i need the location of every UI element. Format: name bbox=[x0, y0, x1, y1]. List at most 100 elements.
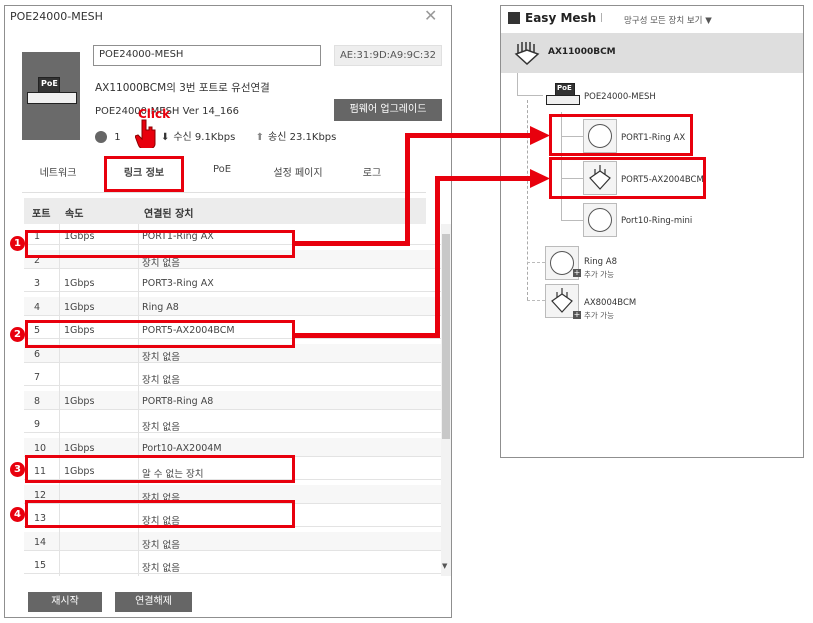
tab-poe[interactable]: PoE bbox=[202, 164, 242, 175]
add-possible-label: 추가 가능 bbox=[584, 311, 614, 320]
cell-device: PORT8-Ring A8 bbox=[142, 395, 214, 407]
arrow-segment bbox=[435, 176, 535, 181]
table-row[interactable]: 14 장치 없음 bbox=[24, 531, 442, 551]
tree-line bbox=[527, 300, 545, 301]
cell-port: 15 bbox=[34, 560, 47, 571]
tree-line bbox=[517, 95, 543, 96]
col-port: 포트 bbox=[32, 209, 51, 220]
scroll-thumb[interactable] bbox=[442, 234, 450, 439]
mac-address: AE:31:9D:A9:9C:32 bbox=[334, 45, 442, 66]
view-all-devices-dropdown[interactable]: 망구성 모든 장치 보기 ▼ bbox=[624, 14, 712, 26]
cell-device: 장치 없음 bbox=[142, 351, 180, 363]
cell-port: 8 bbox=[34, 395, 41, 407]
cell-device: Ring A8 bbox=[142, 301, 179, 313]
ring-a8-icon bbox=[550, 251, 574, 275]
highlight-row-13 bbox=[25, 500, 295, 528]
highlight-port5-node bbox=[549, 157, 706, 199]
tab-bar: 네트워크 링크 정보 PoE 설정 페이지 로그 bbox=[22, 160, 426, 190]
cell-device: Port10-AX2004M bbox=[142, 442, 222, 454]
down-arrow-icon: ⬇ bbox=[160, 132, 170, 143]
cell-device: 장치 없음 bbox=[142, 375, 180, 386]
poe-switch-body bbox=[546, 95, 580, 105]
tab-divider bbox=[22, 192, 426, 193]
tree-line bbox=[561, 220, 583, 221]
cell-port: 12 bbox=[34, 489, 47, 501]
dialog-title: POE24000-MESH bbox=[10, 10, 103, 23]
hand-pointer-icon bbox=[135, 119, 156, 148]
link-description: AX11000BCM의 3번 포트로 유선연결 bbox=[95, 82, 270, 94]
firmware-upgrade-button[interactable]: 펌웨어 업그레이드 bbox=[334, 99, 442, 121]
switch-body-icon bbox=[27, 92, 77, 104]
highlight-link-tab bbox=[104, 156, 184, 192]
arrow-segment bbox=[295, 241, 410, 246]
cell-device: 장치 없음 bbox=[142, 539, 180, 551]
cell-port: 14 bbox=[34, 536, 47, 548]
node-ring-a8-label[interactable]: Ring A8 bbox=[584, 257, 617, 267]
cell-port: 7 bbox=[34, 372, 41, 383]
cell-device: 장치 없음 bbox=[142, 563, 180, 574]
status-row: 1 ⬇ 수신 9.1Kbps ⬆ 송신 23.1Kbps bbox=[95, 128, 340, 143]
scroll-down-icon[interactable]: ▼ bbox=[442, 562, 447, 570]
monitor-icon bbox=[95, 131, 107, 143]
cell-port: 4 bbox=[34, 301, 41, 313]
port-count: 1 bbox=[114, 132, 121, 143]
tree-line bbox=[517, 73, 518, 95]
cell-speed: 1Gbps bbox=[64, 395, 95, 407]
root-node-bar[interactable] bbox=[501, 33, 803, 73]
disconnect-button[interactable]: 연결해제 bbox=[115, 592, 192, 612]
tab-log[interactable]: 로그 bbox=[352, 164, 392, 179]
badge-3: 3 bbox=[10, 462, 25, 477]
tab-settings-page[interactable]: 설정 페이지 bbox=[258, 164, 338, 179]
add-icon[interactable]: + bbox=[573, 269, 581, 277]
arrow-segment bbox=[405, 133, 535, 138]
rx-rate: 수신 9.1Kbps bbox=[173, 132, 236, 143]
node-ax8004-label[interactable]: AX8004BCM bbox=[584, 298, 636, 308]
table-row[interactable]: 9 장치 없음 bbox=[24, 414, 442, 433]
col-device: 연결된 장치 bbox=[144, 209, 194, 220]
table-row[interactable]: 15 장치 없음 bbox=[24, 555, 442, 574]
title-separator: | bbox=[600, 13, 604, 23]
up-arrow-icon: ⬆ bbox=[255, 132, 265, 143]
add-icon[interactable]: + bbox=[573, 311, 581, 319]
cell-port: 10 bbox=[34, 442, 47, 454]
tx-rate: 송신 23.1Kbps bbox=[268, 132, 337, 143]
cell-port: 9 bbox=[34, 419, 41, 430]
highlight-row-11 bbox=[25, 455, 295, 483]
table-row[interactable]: 10 1Gbps Port10-AX2004M bbox=[24, 437, 442, 457]
cell-speed: 1Gbps bbox=[64, 442, 95, 454]
arrow-segment bbox=[295, 333, 440, 338]
tree-dashed-line bbox=[527, 100, 528, 300]
poe-label-icon: PoE bbox=[38, 77, 60, 93]
highlight-port1-node bbox=[549, 114, 693, 156]
cell-speed: 1Gbps bbox=[64, 278, 95, 289]
arrow-segment bbox=[435, 178, 440, 338]
highlight-row-5 bbox=[25, 320, 295, 348]
table-row[interactable]: 8 1Gbps PORT8-Ring A8 bbox=[24, 390, 442, 410]
device-name-input[interactable]: POE24000-MESH bbox=[93, 45, 321, 66]
table-row[interactable]: 4 1Gbps Ring A8 bbox=[24, 296, 442, 316]
badge-4: 4 bbox=[10, 507, 25, 522]
cell-port: 6 bbox=[34, 348, 41, 360]
close-icon[interactable]: ✕ bbox=[424, 6, 437, 25]
cell-speed: 1Gbps bbox=[64, 301, 95, 313]
cell-device: 장치 없음 bbox=[142, 422, 180, 433]
badge-2: 2 bbox=[10, 327, 25, 342]
table-header: 포트 속도 연결된 장치 bbox=[24, 198, 426, 224]
table-row[interactable]: 7 장치 없음 bbox=[24, 367, 442, 386]
highlight-row-1 bbox=[25, 230, 295, 258]
poe-node-label[interactable]: POE24000-MESH bbox=[584, 92, 656, 102]
restart-button[interactable]: 재시작 bbox=[28, 592, 102, 612]
ring-mini-icon bbox=[588, 208, 612, 232]
arrow-segment bbox=[405, 135, 410, 246]
device-thumbnail: PoE bbox=[22, 52, 80, 140]
root-node-label: AX11000BCM bbox=[548, 47, 616, 57]
tab-network[interactable]: 네트워크 bbox=[28, 164, 88, 179]
arrowhead-icon bbox=[530, 126, 550, 145]
mesh-grid-icon bbox=[508, 12, 520, 24]
router-icon bbox=[514, 42, 540, 66]
table-row[interactable]: 3 1Gbps PORT3-Ring AX bbox=[24, 273, 442, 292]
add-possible-label: 추가 가능 bbox=[584, 270, 614, 279]
cell-device: PORT3-Ring AX bbox=[142, 278, 214, 289]
arrowhead-icon bbox=[530, 169, 550, 188]
node-port10-label[interactable]: Port10-Ring-mini bbox=[621, 216, 692, 226]
